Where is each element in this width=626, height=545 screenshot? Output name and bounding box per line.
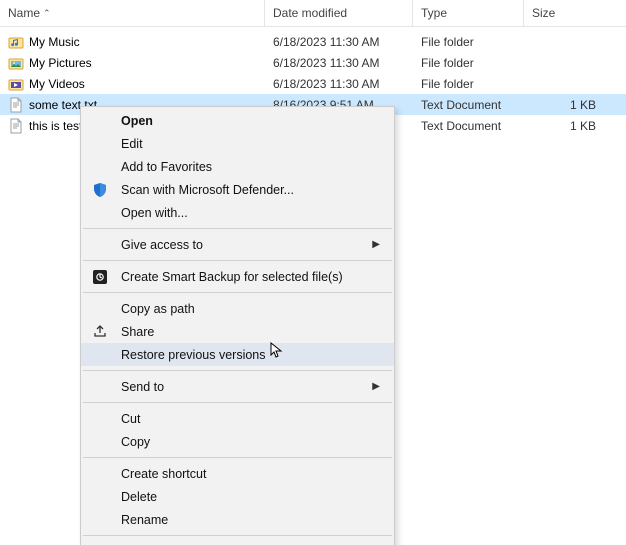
- menu-separator: [83, 292, 392, 293]
- sort-indicator-icon: ⌃: [43, 8, 51, 19]
- menu-separator: [83, 228, 392, 229]
- column-header-label: Name: [8, 6, 40, 20]
- submenu-arrow-icon: ▶: [372, 381, 380, 392]
- submenu-arrow-icon: ▶: [372, 239, 380, 250]
- menu-item-scan-defender[interactable]: Scan with Microsoft Defender...: [81, 178, 394, 201]
- file-type: File folder: [421, 77, 474, 91]
- context-menu: Open Edit Add to Favorites Scan with Mic…: [80, 106, 395, 545]
- column-header-label: Date modified: [273, 6, 347, 20]
- column-header-size[interactable]: Size: [524, 0, 626, 26]
- menu-item-restore-previous[interactable]: Restore previous versions: [81, 343, 394, 366]
- file-name: My Pictures: [29, 56, 92, 70]
- menu-separator: [83, 457, 392, 458]
- menu-item-create-shortcut[interactable]: Create shortcut: [81, 462, 394, 485]
- menu-item-label: Copy: [121, 435, 150, 449]
- backup-icon: [91, 268, 109, 286]
- file-size: 1 KB: [570, 119, 596, 133]
- menu-item-label: Copy as path: [121, 302, 195, 316]
- pictures-folder-icon: [8, 55, 24, 71]
- menu-item-label: Cut: [121, 412, 140, 426]
- music-folder-icon: [8, 34, 24, 50]
- menu-separator: [83, 260, 392, 261]
- menu-item-label: Rename: [121, 513, 168, 527]
- menu-item-label: Give access to: [121, 238, 203, 252]
- menu-item-send-to[interactable]: Send to ▶: [81, 375, 394, 398]
- text-file-icon: [8, 118, 24, 134]
- menu-item-label: Delete: [121, 490, 157, 504]
- menu-separator: [83, 402, 392, 403]
- file-row-my-music[interactable]: My Music 6/18/2023 11:30 AM File folder: [0, 31, 626, 52]
- menu-item-cut[interactable]: Cut: [81, 407, 394, 430]
- file-row-my-pictures[interactable]: My Pictures 6/18/2023 11:30 AM File fold…: [0, 52, 626, 73]
- file-type: File folder: [421, 56, 474, 70]
- text-file-icon: [8, 97, 24, 113]
- menu-item-label: Add to Favorites: [121, 160, 212, 174]
- menu-item-label: Create Smart Backup for selected file(s): [121, 270, 343, 284]
- menu-item-label: Share: [121, 325, 154, 339]
- menu-item-label: Open: [121, 114, 153, 128]
- file-name: My Videos: [29, 77, 85, 91]
- menu-item-smart-backup[interactable]: Create Smart Backup for selected file(s): [81, 265, 394, 288]
- file-date: 6/18/2023 11:30 AM: [273, 77, 380, 91]
- file-type: Text Document: [421, 119, 501, 133]
- menu-item-rename[interactable]: Rename: [81, 508, 394, 531]
- file-type: File folder: [421, 35, 474, 49]
- column-header-type[interactable]: Type: [413, 0, 524, 26]
- menu-item-copy-path[interactable]: Copy as path: [81, 297, 394, 320]
- menu-item-open-with[interactable]: Open with...: [81, 201, 394, 224]
- menu-item-label: Restore previous versions: [121, 348, 266, 362]
- file-row-my-videos[interactable]: My Videos 6/18/2023 11:30 AM File folder: [0, 73, 626, 94]
- menu-item-label: Send to: [121, 380, 164, 394]
- menu-item-label: Scan with Microsoft Defender...: [121, 183, 294, 197]
- menu-item-copy[interactable]: Copy: [81, 430, 394, 453]
- menu-item-label: Create shortcut: [121, 467, 206, 481]
- menu-item-open[interactable]: Open: [81, 109, 394, 132]
- menu-separator: [83, 535, 392, 536]
- file-date: 6/18/2023 11:30 AM: [273, 35, 380, 49]
- menu-item-add-favorites[interactable]: Add to Favorites: [81, 155, 394, 178]
- file-size: 1 KB: [570, 98, 596, 112]
- file-type: Text Document: [421, 98, 501, 112]
- file-name: My Music: [29, 35, 80, 49]
- videos-folder-icon: [8, 76, 24, 92]
- menu-item-properties[interactable]: Properties: [81, 540, 394, 545]
- column-header-name[interactable]: Name ⌃: [0, 0, 265, 26]
- column-header-label: Size: [532, 6, 555, 20]
- share-icon: [91, 323, 109, 341]
- file-name: this is test: [29, 119, 82, 133]
- file-date: 6/18/2023 11:30 AM: [273, 56, 380, 70]
- column-header-label: Type: [421, 6, 447, 20]
- menu-item-edit[interactable]: Edit: [81, 132, 394, 155]
- column-header-row: Name ⌃ Date modified Type Size: [0, 0, 626, 27]
- menu-separator: [83, 370, 392, 371]
- menu-item-give-access[interactable]: Give access to ▶: [81, 233, 394, 256]
- column-header-date[interactable]: Date modified: [265, 0, 413, 26]
- menu-item-share[interactable]: Share: [81, 320, 394, 343]
- menu-item-label: Edit: [121, 137, 143, 151]
- menu-item-label: Open with...: [121, 206, 188, 220]
- shield-icon: [91, 181, 109, 199]
- menu-item-delete[interactable]: Delete: [81, 485, 394, 508]
